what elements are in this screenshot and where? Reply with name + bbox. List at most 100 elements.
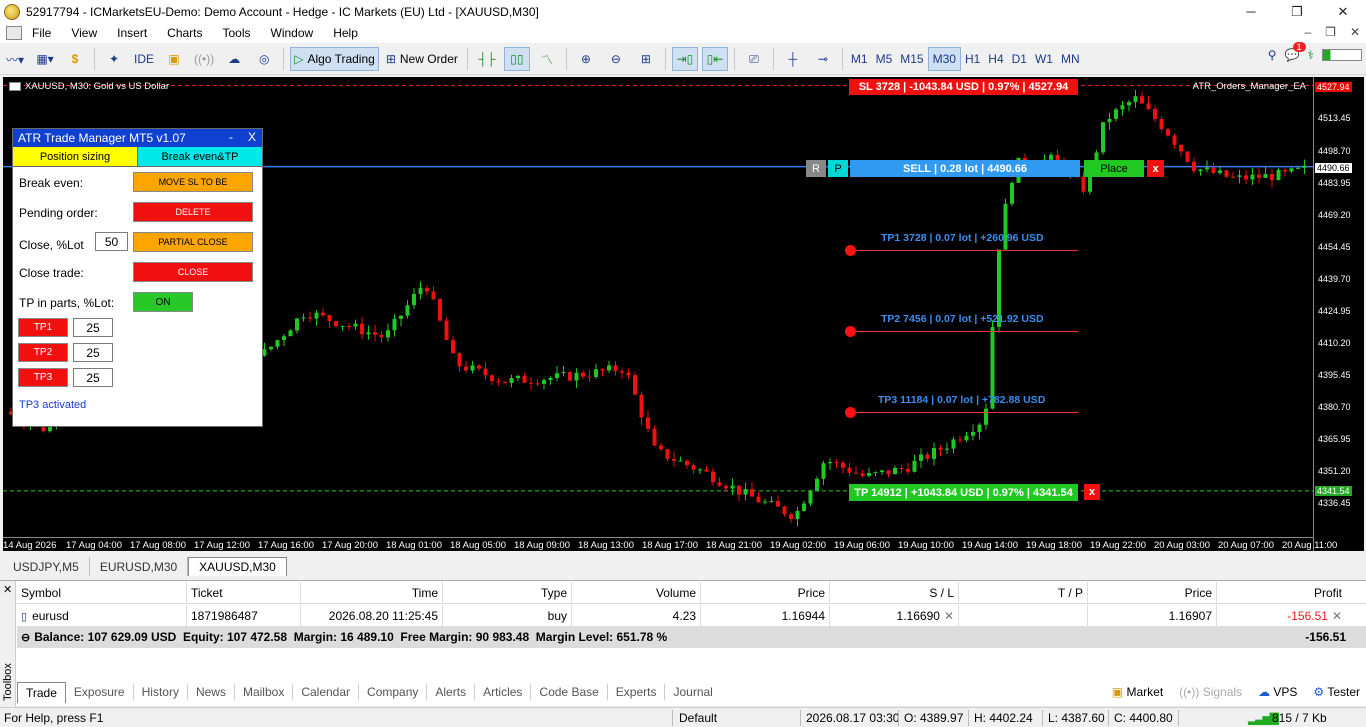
timeframe-h4[interactable]: H4 xyxy=(984,47,1007,71)
header-ticket[interactable]: Ticket xyxy=(187,581,301,604)
price-axis[interactable]: 4527.94 4513.45 4498.70 4490.66 4483.95 … xyxy=(1313,77,1364,551)
cell-tp[interactable] xyxy=(959,605,1088,627)
tab-calendar[interactable]: Calendar xyxy=(293,684,360,700)
tp-in-parts-toggle[interactable]: ON xyxy=(133,292,193,312)
close-window-button[interactable]: ✕ xyxy=(1320,0,1366,23)
line-chart-icon[interactable]: 〽 xyxy=(534,47,560,71)
tab-trade[interactable]: Trade xyxy=(17,681,66,703)
tp-tag[interactable]: TP 14912 | +1043.84 USD | 0.97% | 4341.5… xyxy=(849,484,1078,501)
ide-button[interactable]: IDE xyxy=(131,47,157,71)
lock-icon[interactable]: ▣ xyxy=(161,47,187,71)
header-tp[interactable]: T / P xyxy=(959,581,1088,604)
tab-experts[interactable]: Experts xyxy=(608,684,666,700)
tp1-line[interactable] xyxy=(850,250,1078,251)
tp2-line[interactable] xyxy=(850,331,1078,332)
header-price[interactable]: Price xyxy=(701,581,830,604)
autoscroll-icon[interactable]: ⇥▯ xyxy=(671,47,698,71)
menu-file[interactable]: File xyxy=(22,26,61,40)
table-row[interactable]: ▯ eurusd 1871986487 2026.08.20 11:25:45 b… xyxy=(17,605,1366,627)
chart-close-button[interactable]: ✕ xyxy=(1350,25,1360,39)
market-link[interactable]: ▣ Market xyxy=(1112,685,1163,699)
zoom-in-icon[interactable]: ⊕ xyxy=(573,47,599,71)
algo-trading-button[interactable]: ▷ Algo Trading xyxy=(290,47,379,71)
vertical-line-icon[interactable]: ┼ xyxy=(780,47,806,71)
menu-charts[interactable]: Charts xyxy=(157,26,212,40)
pending-button[interactable]: P xyxy=(828,160,848,177)
cloud-icon[interactable]: ☁ xyxy=(221,47,247,71)
header-type[interactable]: Type xyxy=(443,581,572,604)
chart-shift-icon[interactable]: ▯⇤ xyxy=(701,47,728,71)
menu-tools[interactable]: Tools xyxy=(213,26,261,40)
tp3-handle[interactable] xyxy=(845,407,856,418)
tp2-button[interactable]: TP2 xyxy=(18,343,68,362)
remove-sl-icon[interactable]: ✕ xyxy=(944,609,954,623)
tp1-pct-input[interactable]: 25 xyxy=(73,318,113,337)
horizontal-line-icon[interactable]: ⊸ xyxy=(810,47,836,71)
menu-view[interactable]: View xyxy=(61,26,107,40)
move-sl-to-be-button[interactable]: MOVE SL TO BE xyxy=(133,172,253,192)
chart-tab-eurusd[interactable]: EURUSD,M30 xyxy=(90,557,189,576)
timeframe-m30[interactable]: M30 xyxy=(927,47,961,71)
tp1-handle[interactable] xyxy=(845,245,856,256)
chart-tab-usdjpy[interactable]: USDJPY,M5 xyxy=(3,557,90,576)
chart-minimize-button[interactable]: – xyxy=(1304,25,1311,39)
timeframe-d1[interactable]: D1 xyxy=(1008,47,1031,71)
templates-icon[interactable]: ▦▾ xyxy=(32,47,58,71)
header-profit[interactable]: Profit xyxy=(1217,582,1346,604)
tab-code-base[interactable]: Code Base xyxy=(531,684,608,700)
zoom-out-icon[interactable]: ⊖ xyxy=(603,47,629,71)
new-order-button[interactable]: ⊞ New Order xyxy=(383,47,461,71)
tp2-pct-input[interactable]: 25 xyxy=(73,343,113,362)
tab-journal[interactable]: Journal xyxy=(665,684,720,700)
reverse-button[interactable]: R xyxy=(806,160,826,177)
vps-link[interactable]: ☁ VPS xyxy=(1258,685,1297,699)
timeframe-m5[interactable]: M5 xyxy=(872,47,897,71)
navigator-icon[interactable]: ✦ xyxy=(101,47,127,71)
signals-icon[interactable]: ((•)) xyxy=(191,47,217,71)
panel-minimize-button[interactable]: - xyxy=(229,130,233,144)
sell-tag[interactable]: SELL | 0.28 lot | 4490.66 xyxy=(850,160,1080,177)
tab-articles[interactable]: Articles xyxy=(475,684,532,700)
chart-window-icon[interactable] xyxy=(6,26,22,40)
candles-icon[interactable]: ▯▯ xyxy=(503,47,530,71)
chart-restore-button[interactable]: ❐ xyxy=(1325,25,1336,39)
maximize-button[interactable]: ❐ xyxy=(1274,0,1320,23)
screenshot-icon[interactable]: ⎚ xyxy=(741,47,767,71)
timeframe-m15[interactable]: M15 xyxy=(896,47,927,71)
close-toolbox-icon[interactable]: ✕ xyxy=(3,583,12,596)
panel-close-button[interactable]: X xyxy=(248,130,256,144)
menu-icon[interactable] xyxy=(9,82,21,91)
tp1-button[interactable]: TP1 xyxy=(18,318,68,337)
close-position-icon[interactable]: ✕ xyxy=(1332,609,1342,623)
header-cur-price[interactable]: Price xyxy=(1088,581,1217,604)
timeframe-h1[interactable]: H1 xyxy=(961,47,984,71)
cell-sl[interactable]: 1.16690 ✕ xyxy=(830,605,959,627)
account-icon[interactable]: ⚕ xyxy=(1308,48,1315,62)
tab-mailbox[interactable]: Mailbox xyxy=(235,684,294,700)
timeframe-m1[interactable]: M1 xyxy=(847,47,872,71)
tab-alerts[interactable]: Alerts xyxy=(427,684,476,700)
tab-break-even-tp[interactable]: Break even&TP xyxy=(138,147,262,166)
bar-chart-icon[interactable]: ┤├ xyxy=(474,47,500,71)
search-icon[interactable]: ⚲ xyxy=(1268,48,1277,62)
tp2-handle[interactable] xyxy=(845,326,856,337)
close-pct-input[interactable]: 50 xyxy=(95,232,128,251)
sl-tag[interactable]: SL 3728 | -1043.84 USD | 0.97% | 4527.94 xyxy=(849,79,1078,95)
tab-news[interactable]: News xyxy=(188,684,235,700)
chart-type-icon[interactable]: 〰▾ xyxy=(2,47,28,71)
tp3-button[interactable]: TP3 xyxy=(18,368,68,387)
header-time[interactable]: Time xyxy=(301,581,443,604)
cancel-entry-button[interactable]: x xyxy=(1147,160,1164,177)
signals-link[interactable]: ((•)) Signals xyxy=(1179,685,1242,699)
menu-insert[interactable]: Insert xyxy=(107,26,157,40)
tile-windows-icon[interactable]: ⊞ xyxy=(633,47,659,71)
tp3-line[interactable] xyxy=(850,412,1078,413)
minimize-button[interactable]: ─ xyxy=(1228,0,1274,23)
tab-exposure[interactable]: Exposure xyxy=(66,684,134,700)
close-trade-button[interactable]: CLOSE xyxy=(133,262,253,282)
panel-header[interactable]: ATR Trade Manager MT5 v1.07 - X xyxy=(13,129,262,147)
menu-window[interactable]: Window xyxy=(261,26,324,40)
header-symbol[interactable]: Symbol xyxy=(17,581,187,604)
market-icon[interactable]: ◎ xyxy=(251,47,277,71)
place-button[interactable]: Place xyxy=(1084,160,1144,177)
